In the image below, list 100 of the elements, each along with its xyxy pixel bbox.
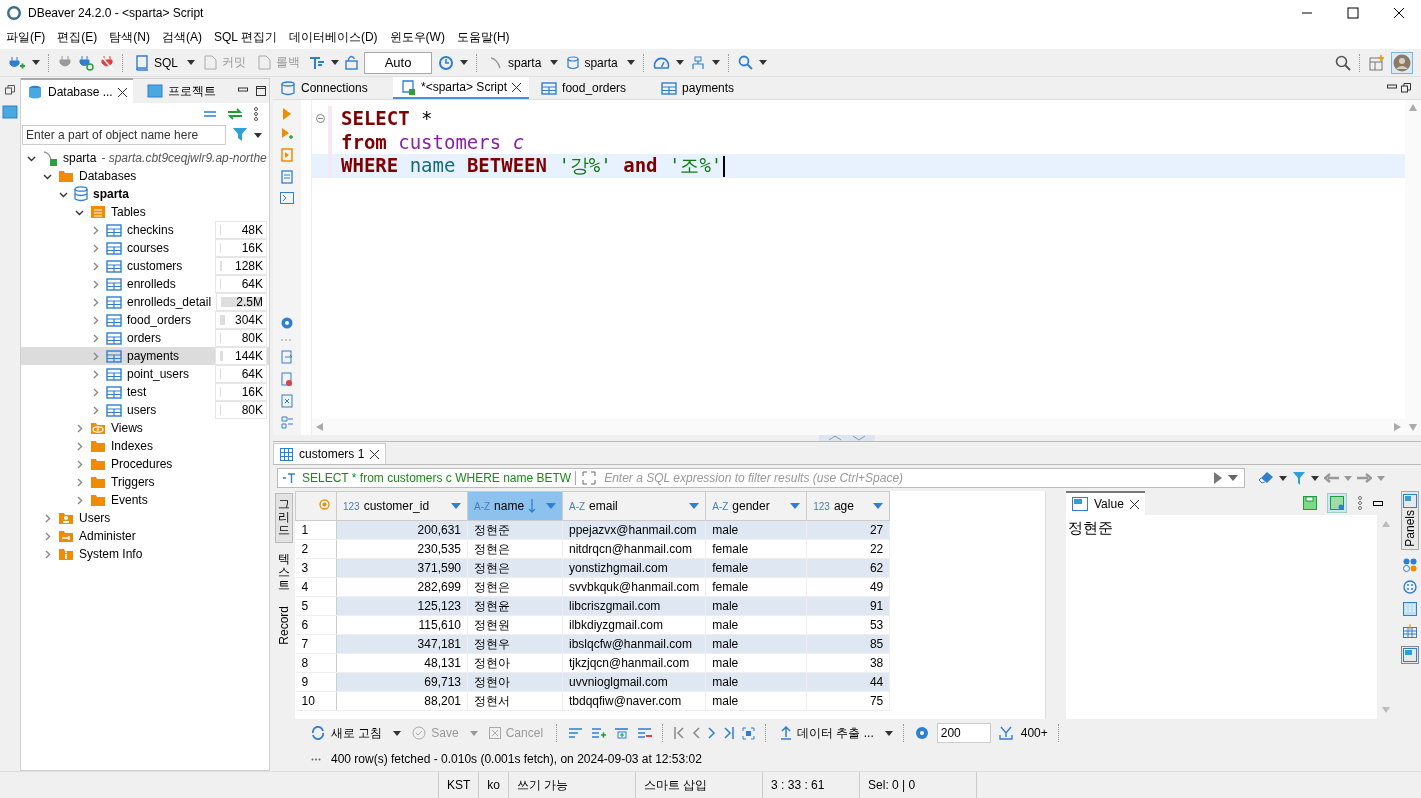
column-menu-icon[interactable] (689, 503, 700, 509)
dropdown-arrow-icon[interactable] (550, 60, 559, 65)
object-filter-field[interactable]: Enter a part of object name here (22, 125, 226, 145)
next-page-icon[interactable] (708, 727, 717, 739)
close-icon[interactable] (117, 87, 127, 97)
settings-icon[interactable] (914, 726, 929, 740)
add-row-icon[interactable] (591, 727, 607, 739)
filter-icon[interactable] (232, 127, 248, 143)
chevron-right-icon[interactable] (91, 351, 100, 361)
dashboard-icon[interactable] (652, 55, 670, 70)
reconnect-icon[interactable] (78, 54, 94, 71)
more-icon[interactable] (1357, 496, 1363, 510)
select-all-icon[interactable] (319, 499, 330, 510)
menu-item[interactable]: 윈도우(W) (383, 28, 451, 46)
tree-item[interactable]: food_orders 304K (21, 311, 269, 329)
last-page-icon[interactable] (724, 727, 735, 739)
tree-item[interactable]: Views (21, 419, 269, 437)
disconnect-icon[interactable] (100, 54, 114, 71)
filter-icon[interactable] (1292, 470, 1306, 486)
chevron-right-icon[interactable] (43, 513, 52, 523)
export-data-button[interactable]: 데이터 추출 ... (777, 722, 877, 744)
results-filter-field[interactable]: SELECT * from customers c WHERE name BETW Enter a SQL expression to filter results (use Ctrl+Space) (277, 468, 1245, 488)
tree-item[interactable]: Administer (21, 527, 269, 545)
tree-item[interactable]: Triggers (21, 473, 269, 491)
sql-editor-button[interactable]: SQL (132, 52, 181, 73)
tree-item[interactable]: Databases (21, 167, 269, 185)
menu-item[interactable]: 파일(F) (0, 28, 52, 46)
view-tab[interactable]: Database ... (21, 78, 133, 104)
delete-row-icon[interactable] (637, 727, 653, 739)
scroll-right-icon[interactable] (1394, 423, 1401, 431)
back-arrow-icon[interactable] (1324, 473, 1339, 483)
save-icon[interactable] (1303, 496, 1317, 510)
perspective-icon[interactable] (1369, 54, 1385, 71)
dropdown-arrow-icon[interactable] (393, 730, 402, 736)
editor-tab[interactable]: *<sparta> Script (393, 77, 530, 99)
dropdown-arrow-icon[interactable] (675, 60, 684, 65)
calendar-icon[interactable] (1403, 623, 1417, 638)
editor-tab[interactable]: Connections (273, 77, 389, 99)
chevron-right-icon[interactable] (91, 315, 100, 325)
dropdown-arrow-icon[interactable] (460, 60, 468, 65)
forward-arrow-icon[interactable] (1357, 473, 1372, 483)
chevron-right-icon[interactable] (75, 423, 84, 433)
column-header[interactable]: A-Z name (467, 491, 563, 521)
column-menu-icon[interactable] (546, 503, 556, 509)
menu-item[interactable]: 도움말(H) (450, 28, 516, 46)
transaction-mode-icon[interactable] (309, 55, 325, 70)
tree-item[interactable]: courses 16K (21, 239, 269, 257)
tree-item[interactable]: Indexes (21, 437, 269, 455)
close-icon[interactable] (1393, 6, 1405, 19)
column-menu-icon[interactable] (451, 503, 461, 509)
lock-icon[interactable] (345, 55, 358, 70)
tree-item[interactable]: payments 144K (21, 347, 269, 365)
menu-item[interactable]: SQL 편집기 (208, 28, 283, 46)
search-icon[interactable] (737, 55, 753, 70)
tree-item[interactable]: sparta (21, 185, 269, 203)
eraser-icon[interactable] (1258, 471, 1274, 485)
restore-icon[interactable] (5, 85, 15, 95)
column-header[interactable]: 123 age (806, 491, 890, 521)
chevron-right-icon[interactable] (91, 297, 100, 307)
chevron-right-icon[interactable] (91, 261, 100, 271)
tree-item[interactable]: enrolleds 64K (21, 275, 269, 293)
more-icon[interactable] (253, 107, 259, 121)
document-icon[interactable] (281, 170, 293, 184)
tree-item[interactable]: Procedures (21, 455, 269, 473)
menu-item[interactable]: 탐색(N) (103, 28, 156, 46)
dropdown-arrow-icon[interactable] (331, 60, 339, 65)
chevron-right-icon[interactable] (75, 495, 84, 505)
maximize-icon[interactable] (255, 86, 266, 96)
tree-item[interactable]: point_users 64K (21, 365, 269, 383)
first-page-icon[interactable] (674, 727, 685, 739)
dropdown-arrow-icon[interactable] (711, 60, 720, 65)
dropdown-arrow-icon[interactable] (1228, 475, 1238, 481)
fit-icon[interactable] (742, 726, 756, 740)
minimize-icon[interactable] (1373, 500, 1383, 506)
transaction-mode-field[interactable]: Auto (364, 51, 432, 74)
tree-item[interactable]: Tables (21, 203, 269, 221)
chevron-right-icon[interactable] (75, 441, 84, 451)
edit-rows-icon[interactable] (568, 727, 584, 739)
menu-item[interactable]: 편집(E) (51, 28, 104, 46)
result-view-tab[interactable]: Record (275, 602, 293, 649)
close-icon[interactable] (512, 82, 522, 92)
dropdown-arrow-icon[interactable] (884, 730, 893, 736)
row-number[interactable]: 3 (295, 558, 337, 578)
dropdown-arrow-icon[interactable] (1279, 475, 1287, 481)
schema-selector[interactable]: sparta (564, 53, 621, 72)
collapse-all-icon[interactable] (203, 110, 217, 118)
settings-icon[interactable] (280, 316, 294, 330)
perspective-button[interactable] (1391, 51, 1413, 74)
row-number[interactable]: 4 (295, 577, 337, 597)
tree-item[interactable]: customers 128K (21, 257, 269, 275)
chevron-right-icon[interactable] (75, 459, 84, 469)
chevron-right-icon[interactable] (91, 225, 100, 235)
apply-filter-icon[interactable] (1214, 472, 1222, 484)
maximize-icon[interactable] (1347, 6, 1359, 19)
chevron-right-icon[interactable] (43, 549, 52, 559)
view-tab[interactable]: 프로젝트 (140, 79, 222, 103)
value-panel-tab[interactable]: Value (1066, 491, 1145, 515)
result-view-tab[interactable]: 텍스트 (276, 548, 292, 597)
search-icon[interactable] (1335, 54, 1351, 71)
previous-page-icon[interactable] (692, 727, 701, 739)
